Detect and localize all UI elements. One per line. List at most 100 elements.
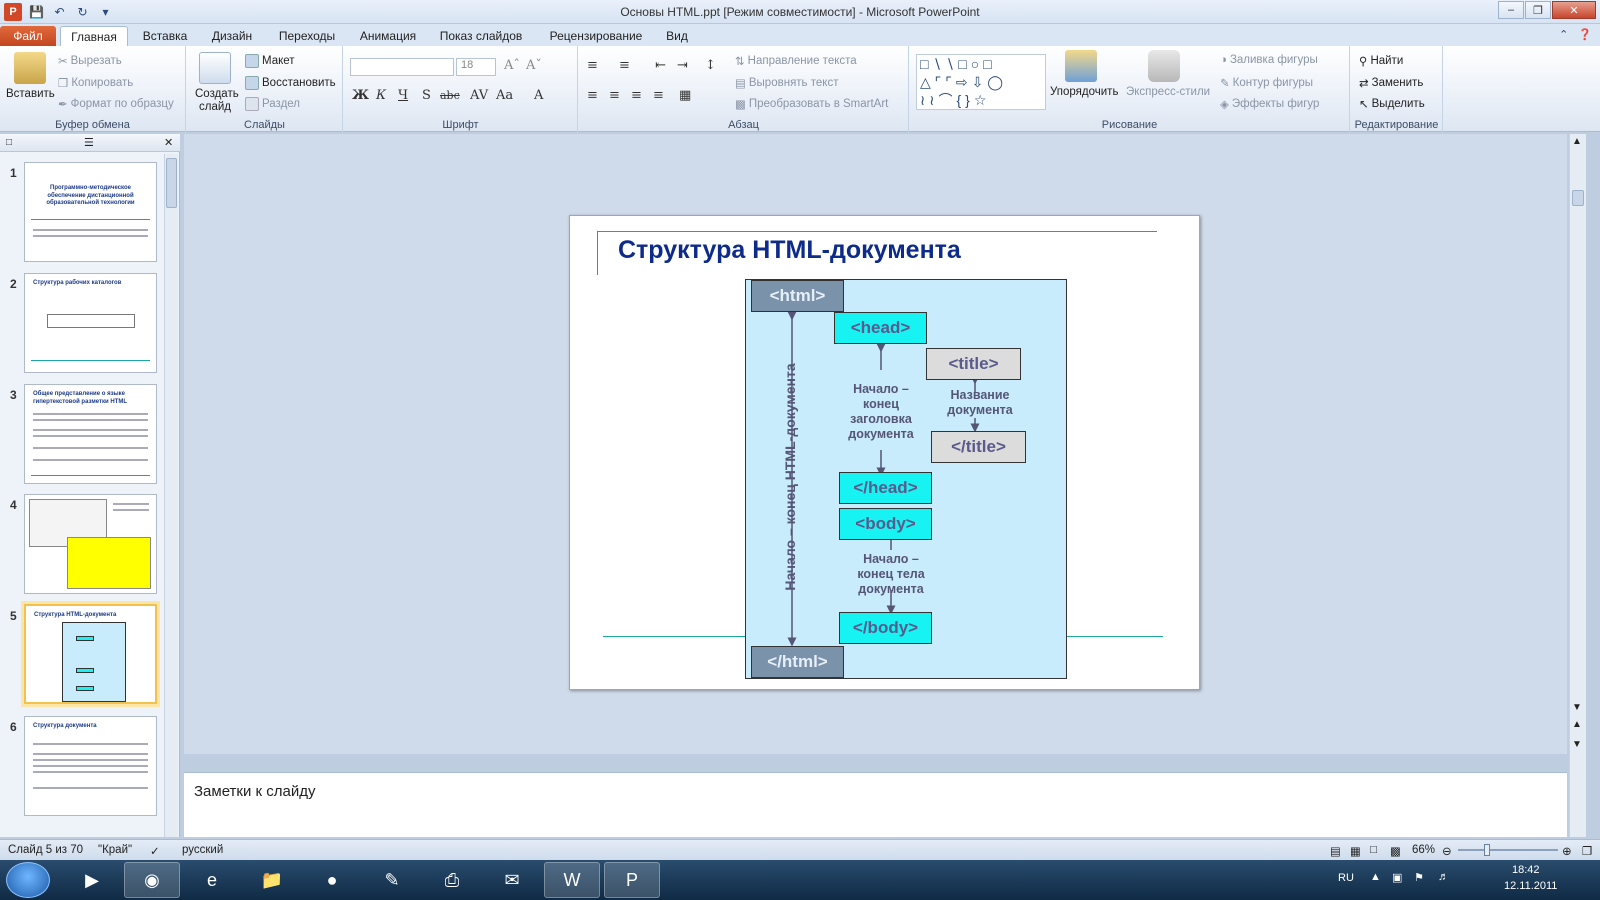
- align-right-icon[interactable]: ≡: [631, 88, 642, 103]
- cut-button[interactable]: ✂ Вырезать: [58, 54, 122, 68]
- zoom-in-icon[interactable]: ⊕: [1562, 844, 1572, 858]
- tag-head-open[interactable]: <head>: [834, 312, 927, 344]
- word-icon[interactable]: W: [544, 862, 600, 898]
- firefox-icon[interactable]: ●: [304, 862, 360, 898]
- decrease-indent-icon[interactable]: ⇤: [655, 58, 666, 73]
- scroll-thumb[interactable]: [1572, 190, 1584, 206]
- paste-icon[interactable]: [14, 52, 46, 84]
- new-slide-button-line2[interactable]: слайд: [199, 101, 231, 113]
- slide-sorter-icon[interactable]: ▦: [1350, 844, 1361, 858]
- slide-thumbnail-4[interactable]: [24, 494, 157, 594]
- tray-expand-icon[interactable]: ▲: [1370, 871, 1381, 883]
- explorer-icon[interactable]: 📁: [244, 862, 300, 898]
- title-span-label[interactable]: Название документа: [942, 388, 1018, 418]
- tab-view[interactable]: Вид: [660, 26, 694, 46]
- tab-insert[interactable]: Вставка: [135, 26, 195, 46]
- tab-animation[interactable]: Анимация: [352, 26, 424, 46]
- shape-fill-button[interactable]: ◑ Заливка фигуры: [1220, 54, 1318, 66]
- app-icon[interactable]: ✎: [364, 862, 420, 898]
- font-size-field[interactable]: 18: [456, 58, 496, 76]
- slides-tab-icon[interactable]: □: [6, 137, 12, 148]
- clock-date[interactable]: 12.11.2011: [1504, 880, 1557, 892]
- language-indicator[interactable]: русский: [182, 844, 223, 856]
- input-language[interactable]: RU: [1338, 872, 1354, 884]
- printer-icon[interactable]: ⎙: [424, 862, 480, 898]
- collapse-ribbon-icon[interactable]: ⌃: [1559, 28, 1568, 41]
- select-button[interactable]: ↖ Выделить: [1359, 97, 1425, 111]
- shrink-font-icon[interactable]: Aˇ: [526, 58, 542, 73]
- close-pane-icon[interactable]: ✕: [164, 136, 173, 149]
- shape-effects-button[interactable]: ◈ Эффекты фигур: [1220, 97, 1319, 111]
- tag-body-close[interactable]: </body>: [839, 612, 932, 644]
- chrome-icon[interactable]: ◉: [124, 862, 180, 898]
- replace-button[interactable]: ⇄ Заменить: [1359, 76, 1423, 90]
- numbering-icon[interactable]: ≡: [619, 58, 630, 73]
- thumbnails-scrollbar[interactable]: [164, 154, 178, 837]
- text-direction-button[interactable]: ⇅ Направление текста: [735, 54, 857, 68]
- tag-title-close[interactable]: </title>: [931, 431, 1026, 463]
- underline-button[interactable]: Ч: [398, 88, 408, 103]
- slide[interactable]: Структура HTML-документа <html> <head> <…: [569, 215, 1200, 690]
- grow-font-icon[interactable]: Aˆ: [504, 58, 520, 73]
- head-span-label[interactable]: Начало – конец заголовка документа: [838, 382, 924, 442]
- help-icon[interactable]: ❓: [1578, 28, 1592, 41]
- find-button[interactable]: ⚲ Найти: [1359, 54, 1403, 68]
- slide-thumbnail-3[interactable]: Общее представление о языке гипертекстов…: [24, 384, 157, 484]
- format-painter-button[interactable]: ✒ Формат по образцу: [58, 97, 174, 111]
- outline-tab-icon[interactable]: ☰: [84, 136, 94, 149]
- tab-home[interactable]: Главная: [60, 26, 128, 47]
- reading-view-icon[interactable]: □: [1370, 844, 1377, 856]
- tag-title-open[interactable]: <title>: [926, 348, 1021, 380]
- flag-icon[interactable]: ⚑: [1414, 871, 1424, 884]
- tab-transitions[interactable]: Переходы: [270, 26, 344, 46]
- zoom-out-icon[interactable]: ⊖: [1442, 844, 1452, 858]
- font-color-icon[interactable]: A: [534, 88, 543, 103]
- fit-to-window-icon[interactable]: ❐: [1582, 844, 1592, 858]
- strikethrough-button[interactable]: abc: [440, 89, 460, 102]
- tag-html-open[interactable]: <html>: [751, 280, 844, 312]
- tab-slideshow[interactable]: Показ слайдов: [432, 26, 530, 46]
- slide-thumbnail-1[interactable]: Программно-методическое обеспечение дист…: [24, 162, 157, 262]
- tag-head-close[interactable]: </head>: [839, 472, 932, 504]
- line-spacing-icon[interactable]: ↕: [705, 58, 716, 73]
- align-left-icon[interactable]: ≡: [587, 88, 598, 103]
- copy-button[interactable]: ❐ Копировать: [58, 76, 133, 90]
- font-name-field[interactable]: [350, 58, 454, 76]
- minimize-button[interactable]: –: [1498, 1, 1524, 19]
- media-player-icon[interactable]: ▶: [64, 862, 120, 898]
- powerpoint-icon[interactable]: P: [604, 862, 660, 898]
- normal-view-icon[interactable]: ▤: [1330, 844, 1341, 858]
- slide-thumbnail-6[interactable]: Структура документа: [24, 716, 157, 816]
- shadow-icon[interactable]: S: [422, 88, 431, 103]
- canvas-scrollbar[interactable]: ▲ ▼ ▲ ▼: [1569, 134, 1586, 837]
- reset-button[interactable]: Восстановить: [245, 76, 336, 90]
- scroll-up-icon[interactable]: ▲: [1572, 136, 1582, 147]
- spellcheck-icon[interactable]: ✓: [150, 844, 160, 858]
- smartart-button[interactable]: ▩ Преобразовать в SmartArt: [735, 97, 888, 111]
- shape-outline-button[interactable]: ✎ Контур фигуры: [1220, 76, 1313, 90]
- body-span-label[interactable]: Начало – конец тела документа: [848, 552, 934, 597]
- zoom-slider[interactable]: [1458, 849, 1558, 851]
- tag-body-open[interactable]: <body>: [839, 508, 932, 540]
- doc-span-label[interactable]: Начало – конец HTML-документа: [782, 347, 798, 607]
- align-text-button[interactable]: ▤ Выровнять текст: [735, 76, 838, 90]
- notes-placeholder[interactable]: Заметки к слайду: [194, 783, 316, 800]
- tab-design[interactable]: Дизайн: [202, 26, 262, 46]
- paste-button[interactable]: Вставить: [6, 88, 55, 100]
- tag-html-close[interactable]: </html>: [751, 646, 844, 678]
- tab-file[interactable]: Файл: [0, 26, 56, 46]
- slide-title[interactable]: Структура HTML-документа: [618, 236, 961, 265]
- start-button[interactable]: [6, 862, 50, 898]
- restore-button[interactable]: ❐: [1525, 1, 1551, 19]
- layout-button[interactable]: Макет: [245, 54, 295, 68]
- justify-icon[interactable]: ≡: [653, 88, 664, 103]
- char-spacing-icon[interactable]: AV: [470, 88, 488, 103]
- prev-slide-icon[interactable]: ▲: [1572, 719, 1582, 730]
- bullets-icon[interactable]: ≡: [587, 58, 598, 73]
- slide-thumbnail-2[interactable]: Структура рабочих каталогов: [24, 273, 157, 373]
- volume-icon[interactable]: ♬: [1438, 871, 1449, 883]
- new-slide-icon[interactable]: [199, 52, 231, 84]
- increase-indent-icon[interactable]: ⇥: [677, 58, 688, 73]
- change-case-icon[interactable]: Aa: [496, 88, 513, 103]
- section-button[interactable]: Раздел: [245, 97, 300, 111]
